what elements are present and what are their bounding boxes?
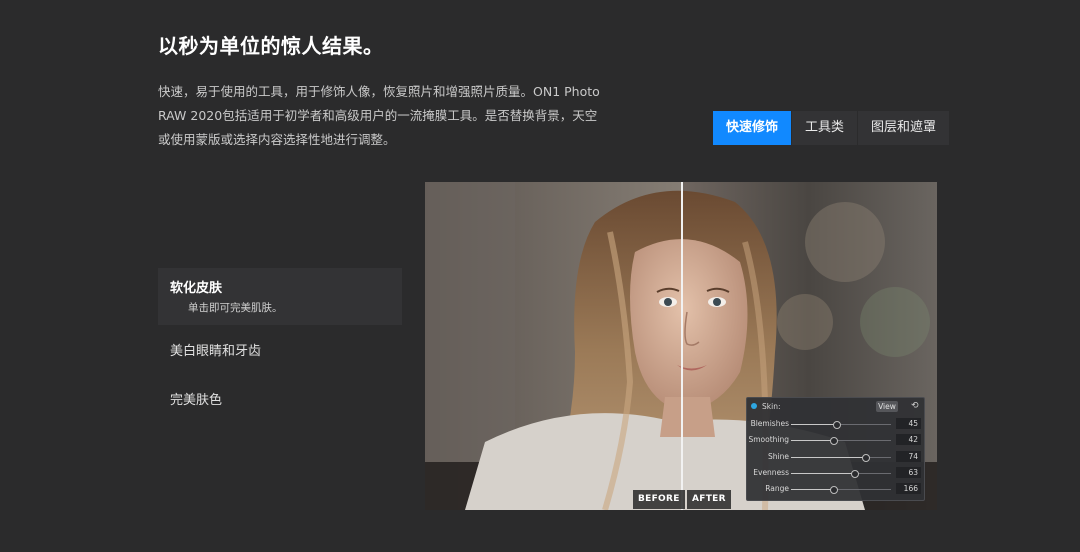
tab-quick-retouch[interactable]: 快速修饰 [713,111,793,145]
slider-fill [791,456,865,458]
slider-row: Smoothing 42 [747,433,924,447]
tab-layers-masks[interactable]: 图层和遮罩 [858,111,950,145]
slider-track[interactable] [791,437,891,446]
slider-label: Blemishes [750,419,789,428]
slider-label: Smoothing [748,435,789,445]
slider-fill [791,472,854,474]
slider-row: Evenness 63 [747,466,924,480]
slider-track[interactable] [791,469,891,478]
slider-label: Shine [768,451,789,461]
slider-row: Blemishes 45 [747,417,924,431]
page-description: 快速，易于使用的工具，用于修饰人像，恢复照片和增强照片质量。ON1 Photo … [158,84,600,147]
slider-knob[interactable] [830,437,838,446]
feature-item-perfect-skin-tone[interactable]: 完美肤色 [158,374,402,423]
after-label: AFTER [687,490,731,509]
slider-value-field[interactable]: 45 [896,418,921,429]
slider-knob[interactable] [862,453,870,462]
slider-value-field[interactable]: 166 [896,483,921,495]
view-button[interactable]: View [876,401,898,412]
before-label: BEFORE [633,490,685,509]
tab-tools[interactable]: 工具类 [792,111,859,145]
feature-title: 美白眼睛和牙齿 [170,344,262,359]
slider-row: Range 166 [747,482,924,496]
feature-list: 软化皮肤 单击即可完美肌肤。 美白眼睛和牙齿 完美肤色 [158,268,402,423]
skin-adjustment-panel: Skin: View ⟲ Blemishes 45 Smoothing 42 Shine… [746,397,925,501]
reset-icon[interactable]: ⟲ [911,401,919,411]
feature-title: 完美肤色 [170,393,223,408]
slider-row: Shine 74 [747,450,924,464]
slider-label: Evenness [753,467,789,477]
slider-fill [791,489,833,491]
slider-track[interactable] [791,486,891,495]
feature-item-whiten-eyes-teeth[interactable]: 美白眼睛和牙齿 [158,325,402,374]
status-dot-icon [751,403,757,409]
slider-knob[interactable] [851,469,859,478]
slider-track[interactable] [791,421,891,429]
slider-label: Range [765,484,789,494]
slider-track[interactable] [791,453,891,462]
slider-value-field[interactable]: 63 [896,466,921,478]
panel-title: Skin: [762,402,781,411]
page-title: 以秒为单位的惊人结果。 [158,34,384,58]
feature-item-soften-skin[interactable]: 软化皮肤 单击即可完美肌肤。 [158,268,402,325]
feature-subtitle: 单击即可完美肌肤。 [188,302,283,314]
before-after-photo: BEFORE AFTER Skin: View ⟲ Blemishes 45 Smo… [425,182,937,510]
feature-title: 软化皮肤 [170,281,223,296]
comparison-divider-handle[interactable] [681,182,683,510]
slider-knob[interactable] [830,486,838,495]
tab-bar: 快速修饰 工具类 图层和遮罩 [713,111,950,145]
slider-fill [791,440,833,442]
panel-header: Skin: View ⟲ [747,398,924,415]
slider-value-field[interactable]: 42 [896,434,921,446]
slider-fill [791,424,836,425]
slider-value-field[interactable]: 74 [896,450,921,462]
slider-knob[interactable] [833,421,841,429]
